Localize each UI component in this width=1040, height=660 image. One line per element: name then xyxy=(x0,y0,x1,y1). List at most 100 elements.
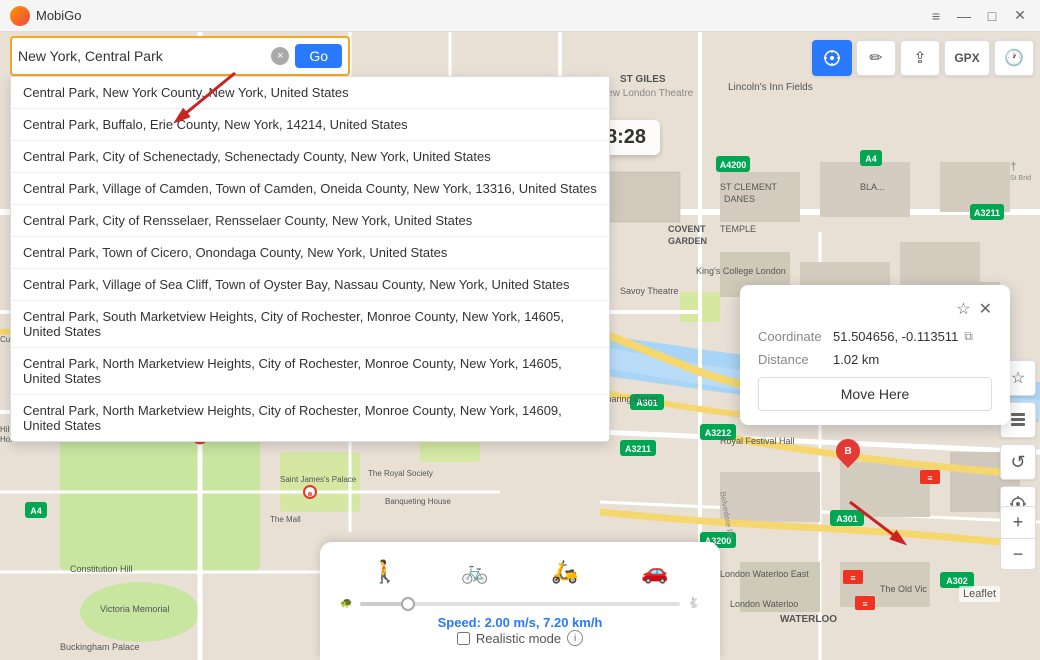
svg-text:COVENT: COVENT xyxy=(668,224,706,234)
svg-text:The Old Vic: The Old Vic xyxy=(880,584,927,594)
coordinate-row: Coordinate 51.504656, -0.113511 ⧉ xyxy=(758,329,992,344)
gpx-button[interactable]: GPX xyxy=(944,40,990,76)
go-button[interactable]: Go xyxy=(295,44,342,68)
dropdown-item-4[interactable]: Central Park, City of Rensselaer, Rensse… xyxy=(11,205,609,237)
close-button[interactable]: ✕ xyxy=(1010,6,1030,26)
dropdown-item-0[interactable]: Central Park, New York County, New York,… xyxy=(11,77,609,109)
svg-text:A4: A4 xyxy=(30,506,42,516)
dropdown-item-9[interactable]: Central Park, North Marketview Heights, … xyxy=(11,395,609,441)
realistic-mode-row: Realistic mode i xyxy=(340,630,700,646)
dropdown-item-6[interactable]: Central Park, Village of Sea Cliff, Town… xyxy=(11,269,609,301)
realistic-mode-label: Realistic mode xyxy=(476,631,561,646)
distance-value: 1.02 km xyxy=(833,352,879,367)
right-toolbar: ✏ ⇪ GPX 🕐 xyxy=(806,36,1040,80)
realistic-mode-checkbox[interactable] xyxy=(457,632,470,645)
popup-close-button[interactable]: ✕ xyxy=(979,299,992,319)
svg-text:A4: A4 xyxy=(865,154,877,164)
marker-b: B xyxy=(836,439,860,469)
svg-text:Constitution Hill: Constitution Hill xyxy=(70,564,133,574)
dropdown-item-5[interactable]: Central Park, Town of Cicero, Onondaga C… xyxy=(11,237,609,269)
speed-slider-container: 🐢 🐇 xyxy=(340,598,700,609)
minimize-button[interactable]: — xyxy=(954,6,974,26)
zoom-out-button[interactable]: − xyxy=(1000,538,1036,570)
svg-text:Lincoln's Inn Fields: Lincoln's Inn Fields xyxy=(728,82,813,93)
svg-text:Buckingham Palace: Buckingham Palace xyxy=(60,642,140,652)
svg-text:St Brid: St Brid xyxy=(1010,175,1031,182)
speed-value: 2.00 m/s, 7.20 km/h xyxy=(485,615,603,630)
app-logo xyxy=(10,6,30,26)
search-dropdown: Central Park, New York County, New York,… xyxy=(10,76,610,442)
svg-text:DANES: DANES xyxy=(724,194,755,204)
crosshair-button[interactable] xyxy=(812,40,852,76)
svg-text:Saint James's Palace: Saint James's Palace xyxy=(280,475,357,484)
svg-text:ST GILES: ST GILES xyxy=(620,74,666,85)
coordinate-value: 51.504656, -0.113511 xyxy=(833,329,958,344)
pencil-button[interactable]: ✏ xyxy=(856,40,896,76)
speed-fast-icon: 🐇 xyxy=(688,598,700,609)
svg-text:New London Theatre: New London Theatre xyxy=(600,88,694,99)
svg-text:A302: A302 xyxy=(946,576,968,586)
svg-text:ST CLEMENT: ST CLEMENT xyxy=(720,182,777,192)
svg-text:A3211: A3211 xyxy=(625,444,651,454)
svg-text:London Waterloo East: London Waterloo East xyxy=(720,569,809,579)
distance-row: Distance 1.02 km xyxy=(758,352,992,367)
coordinate-label: Coordinate xyxy=(758,329,833,344)
svg-text:†: † xyxy=(1010,159,1017,173)
distance-label: Distance xyxy=(758,352,833,367)
dropdown-item-1[interactable]: Central Park, Buffalo, Erie County, New … xyxy=(11,109,609,141)
clear-button[interactable]: × xyxy=(271,47,289,65)
speed-display: Speed: 2.00 m/s, 7.20 km/h xyxy=(340,615,700,630)
zoom-in-button[interactable]: + xyxy=(1000,506,1036,538)
svg-text:The Royal Society: The Royal Society xyxy=(368,469,433,478)
svg-text:WATERLOO: WATERLOO xyxy=(780,614,837,625)
transport-mode-selector: 🚶 🚲 🛵 🚗 xyxy=(340,554,700,590)
moped-mode-button[interactable]: 🛵 xyxy=(545,554,585,590)
bike-mode-button[interactable]: 🚲 xyxy=(455,554,495,590)
svg-text:Royal Festival Hall: Royal Festival Hall xyxy=(720,436,795,446)
copy-coordinate-button[interactable]: ⧉ xyxy=(964,329,973,344)
svg-text:Victoria Memorial: Victoria Memorial xyxy=(100,604,169,614)
dropdown-item-3[interactable]: Central Park, Village of Camden, Town of… xyxy=(11,173,609,205)
svg-text:≡: ≡ xyxy=(862,599,867,609)
dropdown-item-8[interactable]: Central Park, North Marketview Heights, … xyxy=(11,348,609,395)
svg-text:The Mall: The Mall xyxy=(270,515,301,524)
speed-slider-track[interactable] xyxy=(360,602,679,606)
car-mode-button[interactable]: 🚗 xyxy=(635,554,675,590)
bottom-transport-bar: 🚶 🚲 🛵 🚗 🐢 🐇 Speed: 2.00 m/s, 7.20 km/h R… xyxy=(320,542,720,660)
app-title: MobiGo xyxy=(36,8,82,23)
svg-text:London Waterloo: London Waterloo xyxy=(730,599,798,609)
svg-text:⊕: ⊕ xyxy=(307,492,312,498)
share-button[interactable]: ⇪ xyxy=(900,40,940,76)
menu-button[interactable]: ≡ xyxy=(926,6,946,26)
dropdown-item-7[interactable]: Central Park, South Marketview Heights, … xyxy=(11,301,609,348)
speed-label: Speed: xyxy=(438,615,481,630)
red-arrow xyxy=(160,68,240,128)
svg-text:Banqueting House: Banqueting House xyxy=(385,497,451,506)
move-here-button[interactable]: Move Here xyxy=(758,377,992,411)
svg-text:A4200: A4200 xyxy=(720,160,747,170)
svg-text:≡: ≡ xyxy=(927,473,932,483)
popup-star-button[interactable]: ☆ xyxy=(956,299,970,319)
speed-slider-thumb[interactable] xyxy=(401,597,415,611)
svg-text:BLA...: BLA... xyxy=(860,182,885,192)
side-undo-button[interactable]: ↺ xyxy=(1000,444,1036,480)
history-button[interactable]: 🕐 xyxy=(994,40,1034,76)
info-icon[interactable]: i xyxy=(567,630,583,646)
map-arrow-2 xyxy=(840,492,920,552)
maximize-button[interactable]: □ xyxy=(982,6,1002,26)
speed-slow-icon: 🐢 xyxy=(340,598,352,609)
svg-text:≡: ≡ xyxy=(850,573,855,583)
leaflet-attribution: Leaflet xyxy=(959,586,1000,602)
svg-text:TEMPLE: TEMPLE xyxy=(720,224,756,234)
zoom-controls: + − xyxy=(1000,506,1036,570)
search-container: New York, Central Park × Go Central Park… xyxy=(10,32,610,442)
svg-text:GARDEN: GARDEN xyxy=(668,236,707,246)
coordinate-popup: ☆ ✕ Coordinate 51.504656, -0.113511 ⧉ Di… xyxy=(740,285,1010,425)
svg-text:King's College London: King's College London xyxy=(696,266,786,276)
popup-header: ☆ ✕ xyxy=(758,299,992,319)
svg-text:A3211: A3211 xyxy=(974,208,1000,218)
search-input[interactable]: New York, Central Park xyxy=(18,48,271,64)
walk-mode-button[interactable]: 🚶 xyxy=(365,554,405,590)
svg-text:Savoy Theatre: Savoy Theatre xyxy=(620,286,678,296)
dropdown-item-2[interactable]: Central Park, City of Schenectady, Schen… xyxy=(11,141,609,173)
